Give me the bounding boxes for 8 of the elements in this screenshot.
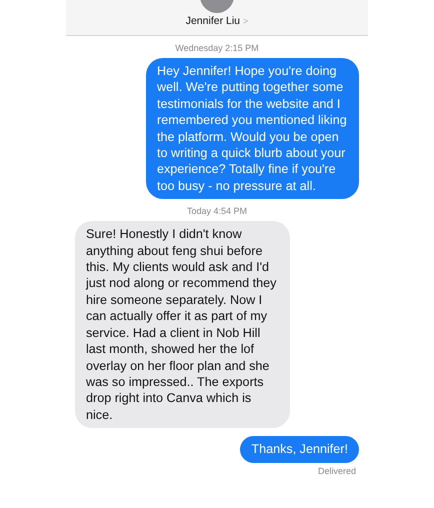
- contact-name[interactable]: Jennifer Liu: [186, 15, 240, 27]
- timestamp: Today 4:54 PM: [186, 206, 248, 216]
- message-bubble: Thanks, Jennifer!: [240, 436, 359, 463]
- delivery-status: Delivered: [318, 466, 356, 476]
- timestamp: Wednesday 2:15 PM: [175, 43, 259, 53]
- message-bubble: Sure! Honestly I didn't know anything about feng shui before this. My clients would ask and I'd just nod along or recommend they hire someone separately. Now I can actually offer it as part of my service. Had a client in Nob Hill last month, showed her the lof overlay on her floor plan and she was so impressed.. The exports drop right into Canva which is nice.: [75, 221, 290, 428]
- message-bubble: Hey Jennifer! Hope you're doing well. We're putting together some testimonials for the website and I remembered you mentioned liking the platform. Would you be open to writing a quick blurb about your experience? Totally fine if you're too busy - no pressure at all.: [146, 58, 359, 200]
- avatar-icon[interactable]: [200, 0, 234, 13]
